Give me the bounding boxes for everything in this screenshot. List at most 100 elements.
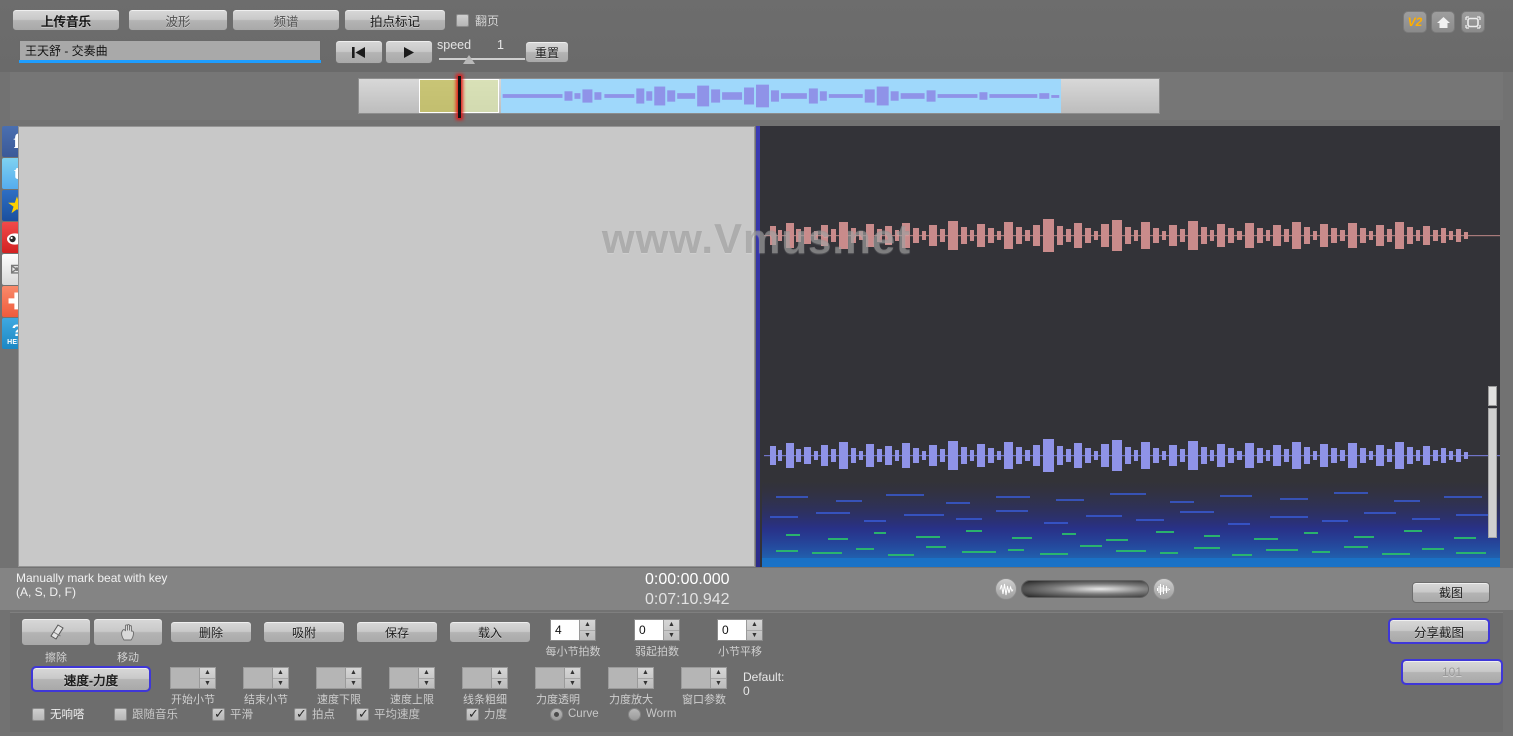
end-measure-input[interactable] xyxy=(244,670,274,686)
tab-spectrum[interactable]: 频谱 xyxy=(232,9,340,31)
option-smooth[interactable]: 平滑 xyxy=(212,706,288,722)
display-mode-curve-radio[interactable] xyxy=(550,708,563,721)
tempo-max-up[interactable]: ▲ xyxy=(419,668,434,679)
measure-shift-spinner[interactable]: ▲ ▼ xyxy=(717,619,763,641)
dynamics-opacity-input[interactable] xyxy=(536,670,566,686)
window-parameter-input[interactable] xyxy=(682,670,712,686)
smooth-checkbox[interactable] xyxy=(212,708,225,721)
window-parameter-spinner[interactable]: ▲ ▼ xyxy=(681,667,727,689)
vertical-scroll-track[interactable] xyxy=(1488,408,1497,538)
line-thickness-up[interactable]: ▲ xyxy=(492,668,507,679)
pickup-beats-down[interactable]: ▼ xyxy=(664,631,679,641)
window-parameter-up[interactable]: ▲ xyxy=(711,668,726,679)
dynamics-checkbox[interactable] xyxy=(466,708,479,721)
tempo-min-down[interactable]: ▼ xyxy=(346,679,361,689)
save-button[interactable]: 保存 xyxy=(356,621,438,643)
speed-slider-thumb[interactable] xyxy=(463,55,475,64)
start-measure-down[interactable]: ▼ xyxy=(200,679,215,689)
measure-shift-down[interactable]: ▼ xyxy=(747,631,762,641)
dynamics-scale-down[interactable]: ▼ xyxy=(638,679,653,689)
option-display-worm[interactable]: Worm xyxy=(628,708,700,721)
option-display-curve[interactable]: Curve xyxy=(550,708,622,721)
line-thickness-spinner[interactable]: ▲ ▼ xyxy=(462,667,508,689)
share-screenshot-button[interactable]: 分享截图 xyxy=(1389,619,1489,643)
track-title-input[interactable] xyxy=(19,40,321,60)
measure-shift-arrows[interactable]: ▲ ▼ xyxy=(746,620,762,640)
start-measure-up[interactable]: ▲ xyxy=(200,668,215,679)
overview-loop-end-region[interactable] xyxy=(459,79,499,113)
measure-shift-up[interactable]: ▲ xyxy=(747,620,762,631)
tempo-min-spinner[interactable]: ▲ ▼ xyxy=(316,667,362,689)
end-measure-up[interactable]: ▲ xyxy=(273,668,288,679)
measure-shift-input[interactable] xyxy=(718,622,748,638)
end-measure-spinner[interactable]: ▲ ▼ xyxy=(243,667,289,689)
tool-move[interactable] xyxy=(93,618,163,646)
beat-points-checkbox[interactable] xyxy=(294,708,307,721)
beats-per-measure-down[interactable]: ▼ xyxy=(580,631,595,641)
line-thickness-arrows[interactable]: ▲ ▼ xyxy=(491,668,507,688)
dynamics-opacity-arrows[interactable]: ▲ ▼ xyxy=(564,668,580,688)
pickup-beats-arrows[interactable]: ▲ ▼ xyxy=(663,620,679,640)
secondary-action-button[interactable]: 101 xyxy=(1402,660,1502,684)
no-click-track-checkbox[interactable] xyxy=(32,708,45,721)
beats-per-measure-arrows[interactable]: ▲ ▼ xyxy=(579,620,595,640)
speed-slider-track[interactable] xyxy=(439,58,537,60)
line-thickness-down[interactable]: ▼ xyxy=(492,679,507,689)
load-button[interactable]: 载入 xyxy=(449,621,531,643)
beats-per-measure-input[interactable] xyxy=(551,622,581,638)
home-button[interactable] xyxy=(1431,11,1455,33)
start-measure-input[interactable] xyxy=(171,670,201,686)
tempo-min-arrows[interactable]: ▲ ▼ xyxy=(345,668,361,688)
line-thickness-input[interactable] xyxy=(463,670,493,686)
fullscreen-button[interactable] xyxy=(1461,11,1485,33)
window-parameter-arrows[interactable]: ▲ ▼ xyxy=(710,668,726,688)
dynamics-opacity-down[interactable]: ▼ xyxy=(565,679,580,689)
dynamics-scale-input[interactable] xyxy=(609,670,639,686)
tempo-dynamics-button[interactable]: 速度-力度 xyxy=(32,667,150,691)
tempo-max-input[interactable] xyxy=(390,670,420,686)
spectrum-waveform-canvas[interactable] xyxy=(756,126,1500,567)
pickup-beats-spinner[interactable]: ▲ ▼ xyxy=(634,619,680,641)
end-measure-arrows[interactable]: ▲ ▼ xyxy=(272,668,288,688)
volume-slider[interactable] xyxy=(1021,580,1149,598)
dynamics-scale-spinner[interactable]: ▲ ▼ xyxy=(608,667,654,689)
option-beat-points[interactable]: 拍点 xyxy=(294,706,350,722)
average-tempo-checkbox[interactable] xyxy=(356,708,369,721)
dynamics-scale-arrows[interactable]: ▲ ▼ xyxy=(637,668,653,688)
beats-per-measure-spinner[interactable]: ▲ ▼ xyxy=(550,619,596,641)
pickup-beats-input[interactable] xyxy=(635,622,665,638)
rewind-button[interactable] xyxy=(335,40,383,64)
tab-upload-music[interactable]: 上传音乐 xyxy=(12,9,120,31)
follow-music-checkbox[interactable] xyxy=(114,708,127,721)
tool-erase[interactable] xyxy=(21,618,91,646)
tempo-max-down[interactable]: ▼ xyxy=(419,679,434,689)
delete-button[interactable]: 删除 xyxy=(170,621,252,643)
beats-per-measure-up[interactable]: ▲ xyxy=(580,620,595,631)
window-parameter-down[interactable]: ▼ xyxy=(711,679,726,689)
display-mode-worm-radio[interactable] xyxy=(628,708,641,721)
tempo-dynamics-canvas[interactable] xyxy=(18,126,755,567)
start-measure-arrows[interactable]: ▲ ▼ xyxy=(199,668,215,688)
tempo-min-input[interactable] xyxy=(317,670,347,686)
snap-button[interactable]: 吸附 xyxy=(263,621,345,643)
tempo-min-up[interactable]: ▲ xyxy=(346,668,361,679)
dynamics-opacity-up[interactable]: ▲ xyxy=(565,668,580,679)
reset-button[interactable]: 重置 xyxy=(525,41,569,63)
option-average-tempo[interactable]: 平均速度 xyxy=(356,706,460,722)
version-badge[interactable]: V2 xyxy=(1403,11,1427,33)
waveform-low-icon[interactable] xyxy=(995,578,1017,600)
end-measure-down[interactable]: ▼ xyxy=(273,679,288,689)
dynamics-scale-up[interactable]: ▲ xyxy=(638,668,653,679)
pickup-beats-up[interactable]: ▲ xyxy=(664,620,679,631)
play-button[interactable] xyxy=(385,40,433,64)
overview-loop-start-region[interactable] xyxy=(419,79,459,113)
waveform-high-icon[interactable] xyxy=(1153,578,1175,600)
tempo-max-arrows[interactable]: ▲ ▼ xyxy=(418,668,434,688)
overview-waveform[interactable] xyxy=(358,78,1160,114)
screenshot-button[interactable]: 截图 xyxy=(1412,582,1490,603)
option-dynamics[interactable]: 力度 xyxy=(466,706,544,722)
tab-beat-marking[interactable]: 拍点标记 xyxy=(344,9,446,31)
option-no-click-track[interactable]: 无响嗒 xyxy=(32,706,108,722)
dynamics-opacity-spinner[interactable]: ▲ ▼ xyxy=(535,667,581,689)
start-measure-spinner[interactable]: ▲ ▼ xyxy=(170,667,216,689)
